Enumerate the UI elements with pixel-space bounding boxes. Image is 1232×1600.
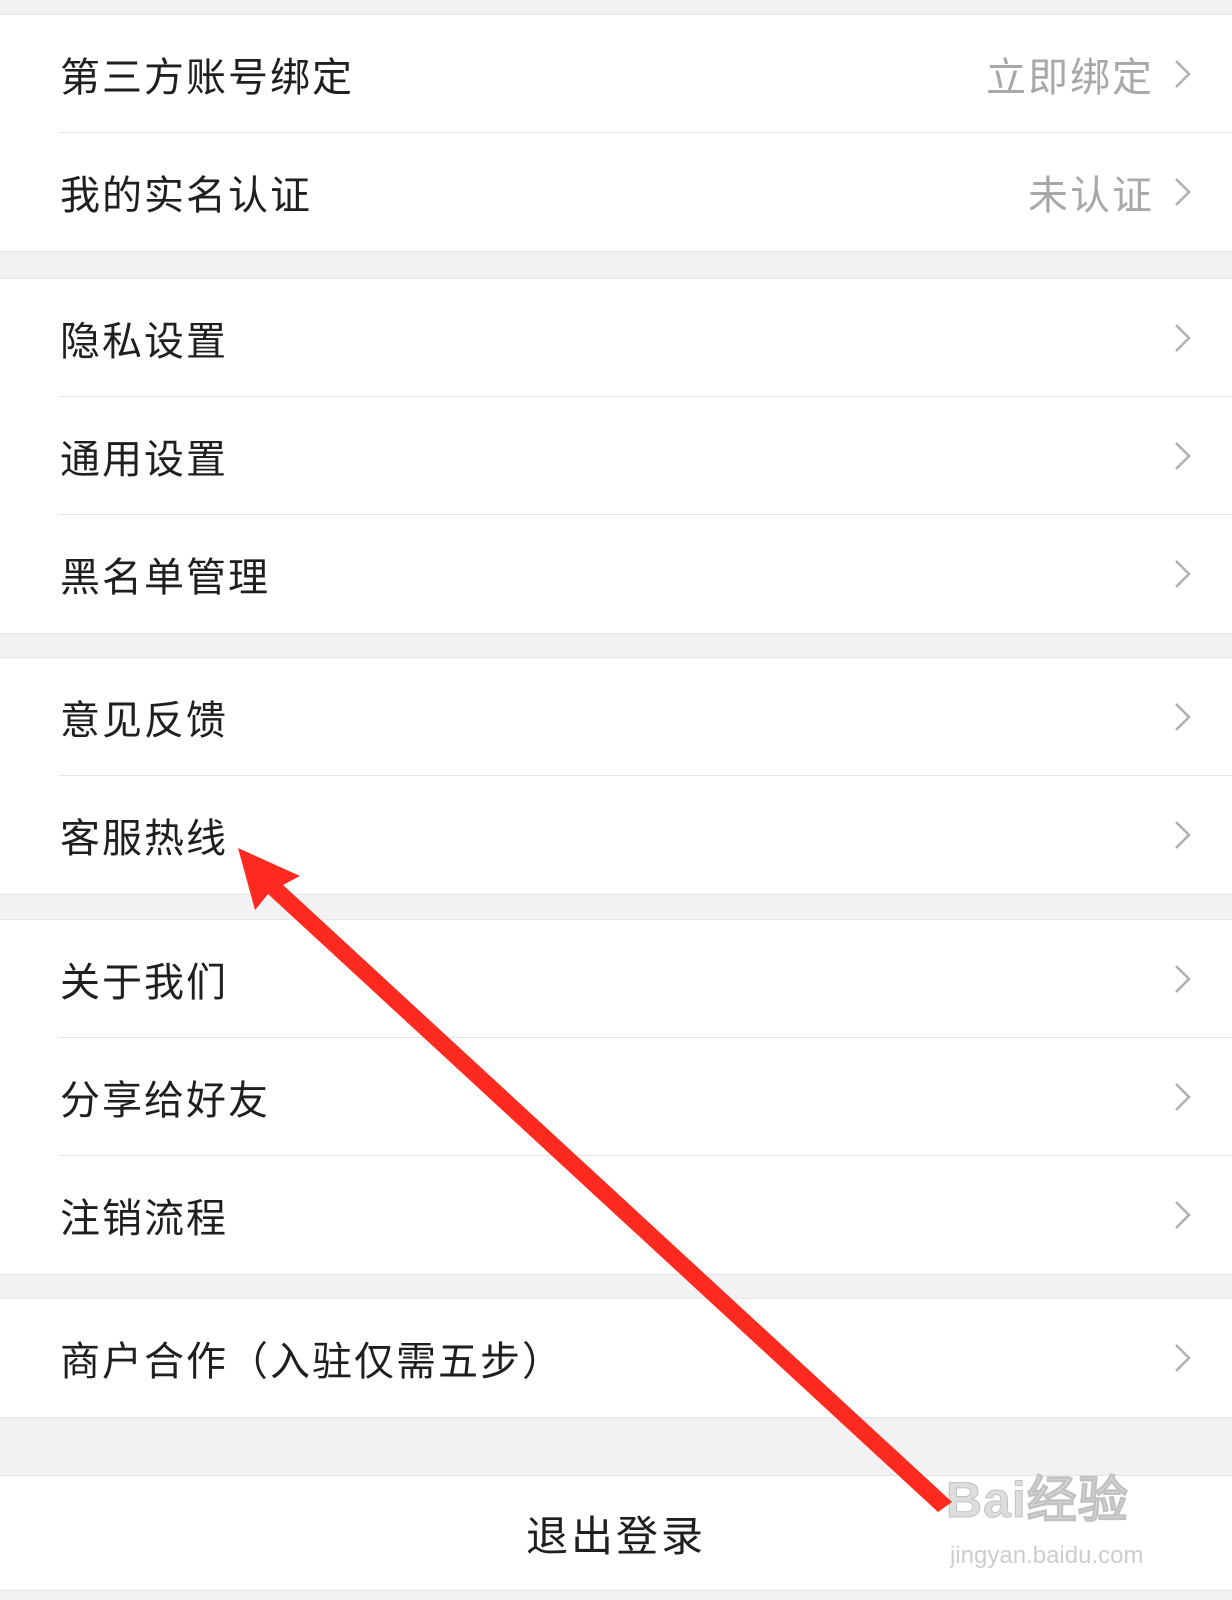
row-label: 分享给好友 [60,1078,270,1124]
chevron-right-icon [1175,178,1191,206]
chevron-right-icon [1175,60,1191,88]
chevron-right-icon [1175,1344,1191,1372]
chevron-right-icon [1175,442,1191,470]
settings-row-third-party-binding[interactable]: 第三方账号绑定 立即绑定 [0,15,1232,133]
chevron-right-icon [1175,821,1191,849]
settings-row-share[interactable]: 分享给好友 [0,1038,1232,1156]
settings-group-support: 意见反馈 客服热线 [0,657,1232,895]
watermark-site: jingyan.baidu.com [950,1542,1144,1569]
chevron-right-icon [1175,965,1191,993]
row-label: 客服热线 [60,816,228,862]
baidu-watermark: Bai经验 jingyan.baidu.com [940,1460,1190,1580]
settings-row-feedback[interactable]: 意见反馈 [0,658,1232,776]
settings-row-blacklist[interactable]: 黑名单管理 [0,515,1232,633]
chevron-right-icon [1175,1201,1191,1229]
chevron-right-icon [1175,324,1191,352]
settings-group-account: 第三方账号绑定 立即绑定 我的实名认证 未认证 [0,14,1232,252]
chevron-right-icon [1175,560,1191,588]
settings-row-merchant-cooperation[interactable]: 商户合作（入驻仅需五步） [0,1299,1232,1417]
settings-row-about-us[interactable]: 关于我们 [0,920,1232,1038]
row-label: 注销流程 [60,1196,228,1242]
row-label: 商户合作（入驻仅需五步） [60,1339,564,1385]
row-value: 未认证 [1028,173,1154,219]
chevron-right-icon [1175,1083,1191,1111]
settings-group-general: 隐私设置 通用设置 黑名单管理 [0,278,1232,634]
settings-page: 第三方账号绑定 立即绑定 我的实名认证 未认证 隐私设置 通用设置 黑名单管理 [0,0,1232,1600]
row-label: 第三方账号绑定 [60,55,354,101]
settings-group-merchant: 商户合作（入驻仅需五步） [0,1298,1232,1418]
row-label: 意见反馈 [60,698,228,744]
row-label: 通用设置 [60,437,228,483]
settings-group-about: 关于我们 分享给好友 注销流程 [0,919,1232,1275]
row-label: 黑名单管理 [60,555,270,601]
chevron-right-icon [1175,703,1191,731]
settings-row-privacy[interactable]: 隐私设置 [0,279,1232,397]
settings-row-real-name[interactable]: 我的实名认证 未认证 [0,133,1232,251]
settings-row-general[interactable]: 通用设置 [0,397,1232,515]
row-label: 我的实名认证 [60,173,312,219]
watermark-brand: Bai经验 [946,1472,1129,1529]
row-label: 隐私设置 [60,319,228,365]
settings-row-customer-hotline[interactable]: 客服热线 [0,776,1232,894]
row-label: 关于我们 [60,960,228,1006]
row-value: 立即绑定 [986,55,1154,101]
settings-row-deregister[interactable]: 注销流程 [0,1156,1232,1274]
logout-label: 退出登录 [525,1511,706,1561]
